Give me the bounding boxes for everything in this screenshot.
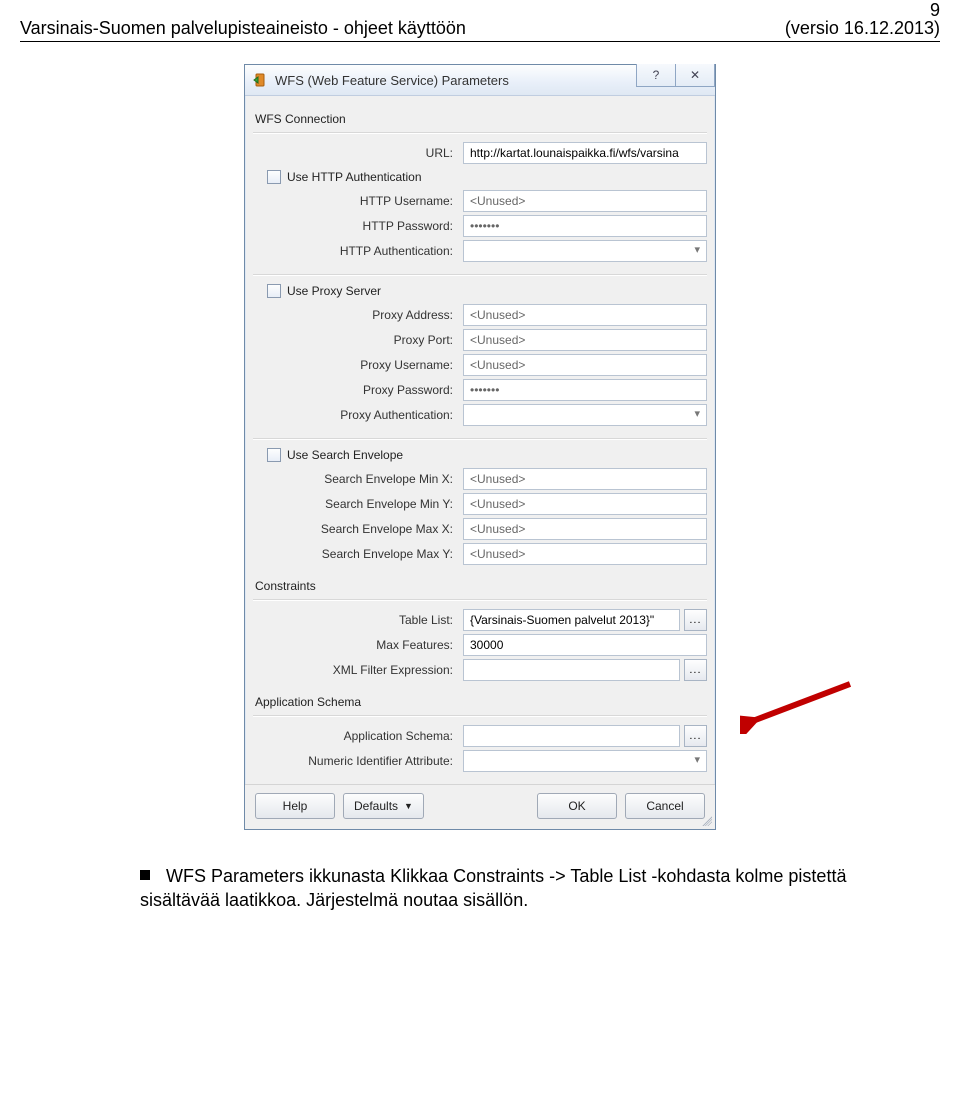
use-proxy-checkbox[interactable] xyxy=(267,284,281,298)
table-list-label: Table List: xyxy=(253,613,463,627)
table-list-input[interactable] xyxy=(463,609,680,631)
app-schema-label: Application Schema: xyxy=(253,729,463,743)
chevron-down-icon: ▼ xyxy=(404,801,413,811)
numeric-id-dropdown[interactable] xyxy=(463,750,707,772)
cancel-button[interactable]: Cancel xyxy=(625,793,705,819)
annotation-arrow-icon xyxy=(740,674,860,734)
env-miny-input[interactable] xyxy=(463,493,707,515)
app-schema-input[interactable] xyxy=(463,725,680,747)
proxy-username-label: Proxy Username: xyxy=(253,358,463,372)
proxy-username-input[interactable] xyxy=(463,354,707,376)
header-left: Varsinais-Suomen palvelupisteaineisto - … xyxy=(20,18,466,39)
table-list-browse-button[interactable]: ... xyxy=(684,609,707,631)
env-maxy-input[interactable] xyxy=(463,543,707,565)
use-search-envelope-checkbox[interactable] xyxy=(267,448,281,462)
env-minx-label: Search Envelope Min X: xyxy=(253,472,463,486)
http-auth-dropdown[interactable] xyxy=(463,240,707,262)
resize-grip-icon[interactable] xyxy=(700,814,712,826)
bullet-icon xyxy=(140,870,150,880)
max-features-input[interactable] xyxy=(463,634,707,656)
page-header: Varsinais-Suomen palvelupisteaineisto - … xyxy=(20,18,940,42)
use-http-auth-checkbox[interactable] xyxy=(267,170,281,184)
close-window-button[interactable]: ✕ xyxy=(675,64,715,87)
http-username-input[interactable] xyxy=(463,190,707,212)
proxy-address-label: Proxy Address: xyxy=(253,308,463,322)
proxy-port-label: Proxy Port: xyxy=(253,333,463,347)
help-window-button[interactable]: ? xyxy=(636,64,676,87)
proxy-password-input[interactable] xyxy=(463,379,707,401)
url-label: URL: xyxy=(253,146,463,160)
url-input[interactable] xyxy=(463,142,707,164)
titlebar[interactable]: WFS (Web Feature Service) Parameters ? ✕ xyxy=(245,65,715,96)
proxy-auth-dropdown[interactable] xyxy=(463,404,707,426)
xml-filter-browse-button[interactable]: ... xyxy=(684,659,707,681)
group-constraints: Constraints xyxy=(255,579,707,593)
group-app-schema: Application Schema xyxy=(255,695,707,709)
numeric-id-label: Numeric Identifier Attribute: xyxy=(253,754,463,768)
http-password-label: HTTP Password: xyxy=(253,219,463,233)
proxy-password-label: Proxy Password: xyxy=(253,383,463,397)
dialog-title: WFS (Web Feature Service) Parameters xyxy=(275,73,509,88)
wfs-parameters-dialog: WFS (Web Feature Service) Parameters ? ✕… xyxy=(244,64,716,830)
caption-text: WFS Parameters ikkunasta Klikkaa Constra… xyxy=(140,866,846,910)
use-proxy-label: Use Proxy Server xyxy=(287,284,381,298)
env-maxx-label: Search Envelope Max X: xyxy=(253,522,463,536)
defaults-button[interactable]: Defaults ▼ xyxy=(343,793,424,819)
env-maxy-label: Search Envelope Max Y: xyxy=(253,547,463,561)
help-button[interactable]: Help xyxy=(255,793,335,819)
use-search-envelope-label: Use Search Envelope xyxy=(287,448,403,462)
xml-filter-label: XML Filter Expression: xyxy=(253,663,463,677)
caption: WFS Parameters ikkunasta Klikkaa Constra… xyxy=(140,864,850,913)
proxy-port-input[interactable] xyxy=(463,329,707,351)
http-auth-label: HTTP Authentication: xyxy=(253,244,463,258)
xml-filter-input[interactable] xyxy=(463,659,680,681)
group-wfs-connection: WFS Connection xyxy=(255,112,707,126)
http-username-label: HTTP Username: xyxy=(253,194,463,208)
header-right: (versio 16.12.2013) xyxy=(785,18,940,39)
use-http-auth-label: Use HTTP Authentication xyxy=(287,170,422,184)
app-icon xyxy=(251,71,269,89)
ok-button[interactable]: OK xyxy=(537,793,617,819)
proxy-auth-label: Proxy Authentication: xyxy=(253,408,463,422)
proxy-address-input[interactable] xyxy=(463,304,707,326)
button-bar: Help Defaults ▼ OK Cancel xyxy=(245,784,715,829)
env-minx-input[interactable] xyxy=(463,468,707,490)
app-schema-browse-button[interactable]: ... xyxy=(684,725,707,747)
max-features-label: Max Features: xyxy=(253,638,463,652)
env-miny-label: Search Envelope Min Y: xyxy=(253,497,463,511)
http-password-input[interactable] xyxy=(463,215,707,237)
env-maxx-input[interactable] xyxy=(463,518,707,540)
defaults-button-label: Defaults xyxy=(354,799,398,813)
page-number: 9 xyxy=(930,0,940,21)
